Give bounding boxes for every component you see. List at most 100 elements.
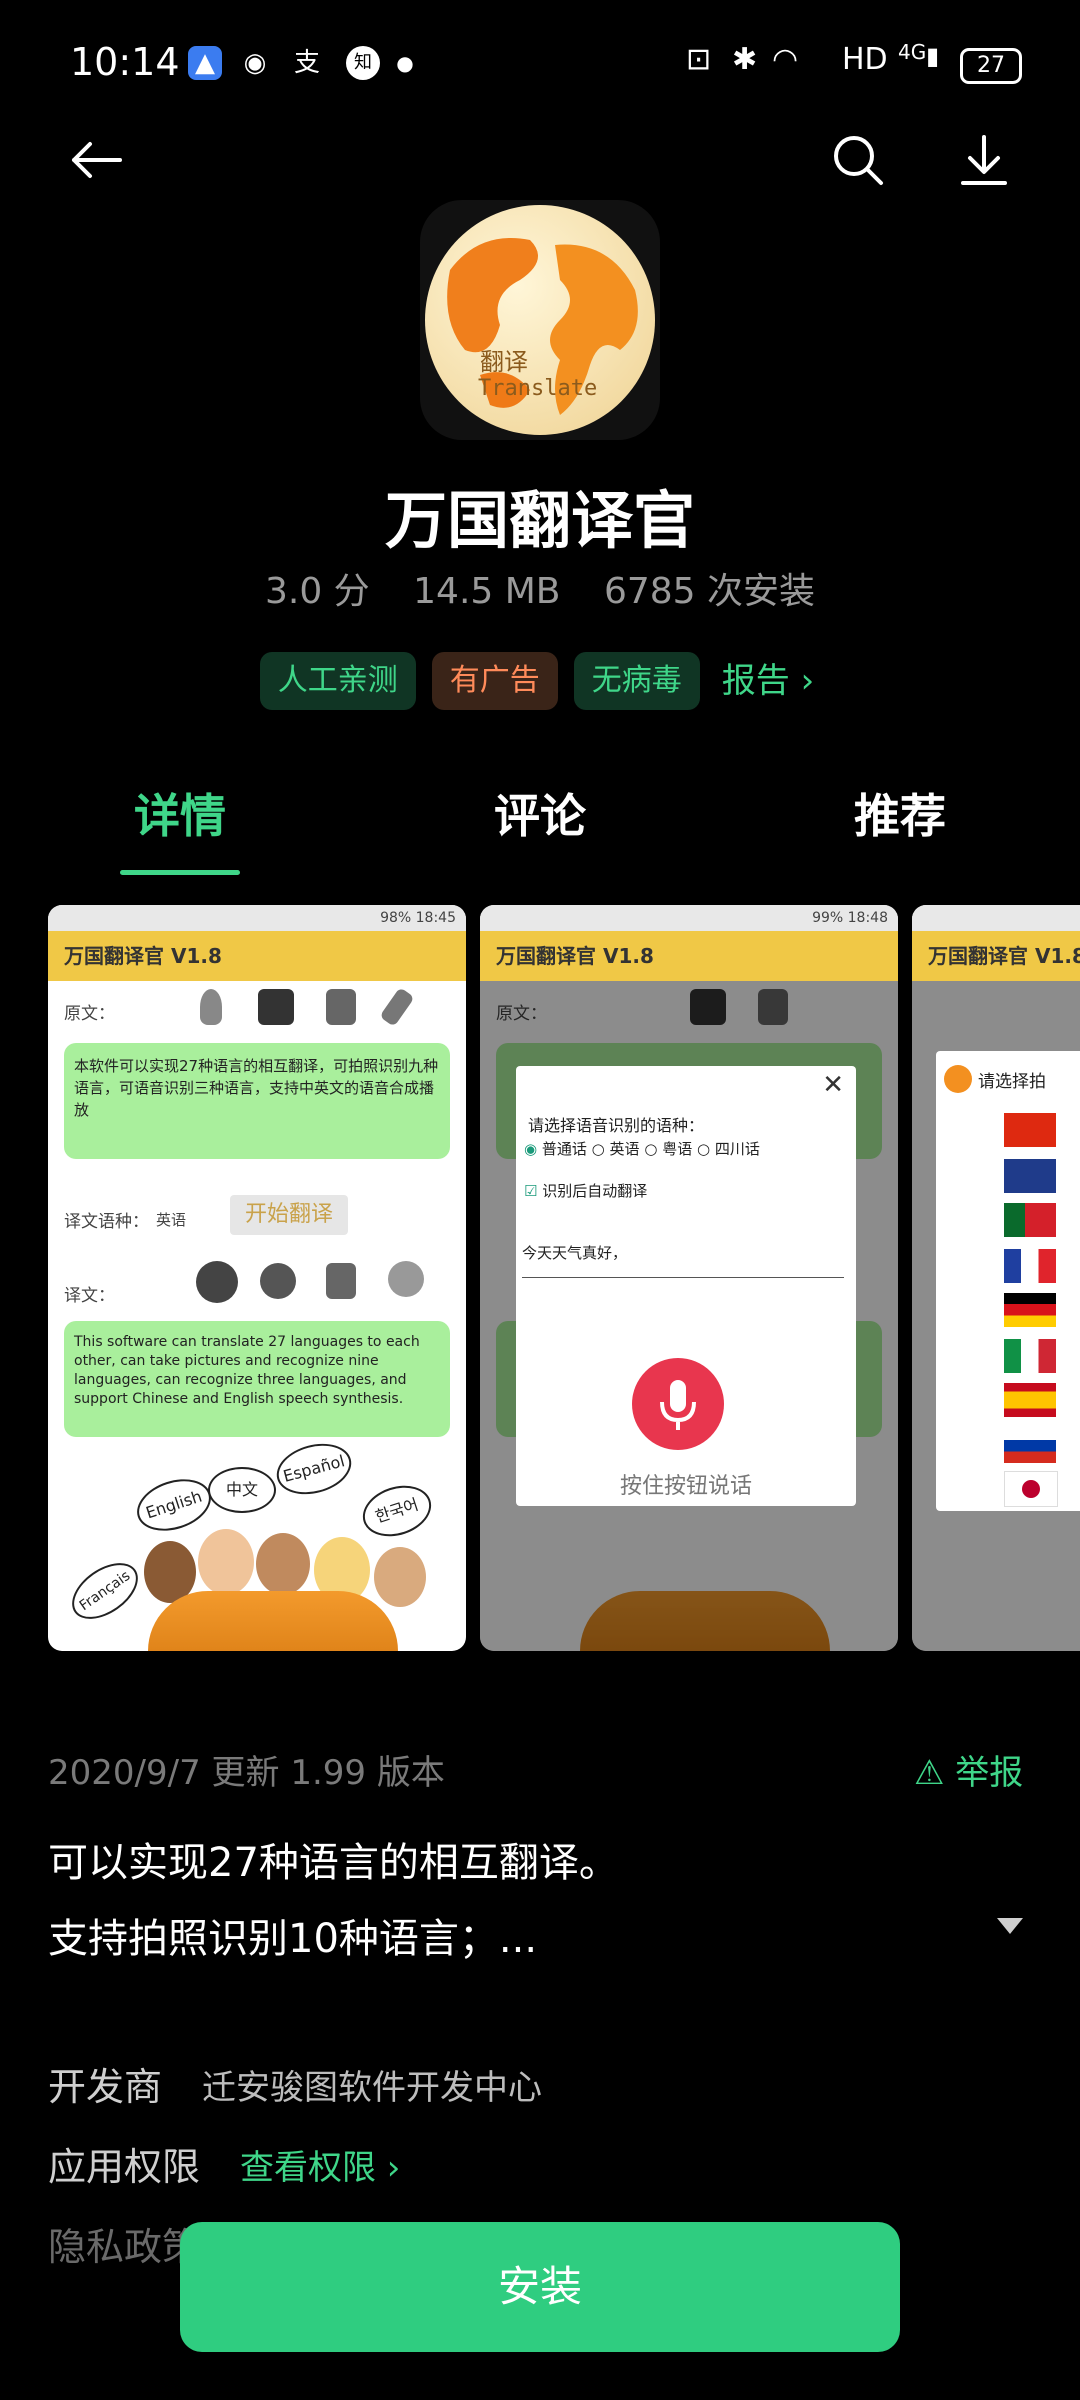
bubble-french: Français <box>62 1551 148 1631</box>
hold-to-speak-label: 按住按钮说话 <box>619 1474 752 1499</box>
radio-selected-icon: ◉ <box>524 1140 538 1158</box>
option-mandarin: 普通话 <box>541 1140 587 1158</box>
report-link[interactable]: 报告 › <box>716 652 820 710</box>
tab-recommend[interactable]: 推荐 <box>780 780 1020 846</box>
shot-source-textbox: 本软件可以实现27种语言的相互翻译，可拍照识别九种语言，可语音识别三种语言，支持… <box>64 1043 450 1159</box>
nfc-icon: ⊡ <box>686 42 712 77</box>
active-tab-indicator <box>120 870 240 875</box>
russia-flag-icon <box>1004 1429 1056 1463</box>
screenshot-1[interactable]: 98% 18:45 万国翻译官 V1.8 原文： 本软件可以实现27种语言的相互… <box>48 905 466 1651</box>
tag-row: 人工亲测 有广告 无病毒 报告 › <box>0 652 1080 710</box>
search-icon <box>834 136 883 185</box>
status-time: 10:14 <box>70 40 180 84</box>
shot-target-lang: 英语 <box>156 1211 187 1229</box>
japan-flag-icon <box>1004 1471 1058 1507</box>
zhihu-icon: 知 <box>346 46 380 80</box>
camera-icon <box>258 989 294 1025</box>
wifi-icon: ◠ <box>772 42 799 77</box>
download-manager-button[interactable] <box>944 120 1024 200</box>
shot-app-title: 万国翻译官 V1.8 <box>48 931 466 981</box>
shot-app-title: 万国翻译官 V1.8 <box>480 931 898 981</box>
spain-flag-icon <box>1004 1383 1056 1417</box>
globe-logo-icon <box>944 1065 972 1093</box>
option-cantonese: 粤语 <box>662 1140 693 1158</box>
back-button[interactable] <box>56 120 136 200</box>
icon-label-cn: 翻译 <box>480 348 528 376</box>
clear-brush-icon <box>379 987 415 1027</box>
developer-label: 开发商 <box>48 2065 163 2109</box>
report-label: 举报 <box>955 1753 1024 1793</box>
app-rating: 3.0 分 <box>264 571 370 612</box>
signal-bars-icon: ▮ <box>926 42 940 70</box>
settings-gear-icon <box>260 1263 296 1299</box>
person-face-illustration <box>374 1547 426 1607</box>
checkbox-checked-icon: ☑ <box>524 1182 538 1200</box>
option-english: 英语 <box>609 1140 640 1158</box>
screenshot-3[interactable]: 万国翻译官 V1.8 请选择拍 <box>912 905 1080 1651</box>
info-icon <box>388 1261 424 1297</box>
mobile-signal-indicator: 4G <box>898 40 927 64</box>
microphone-record-button <box>632 1358 724 1450</box>
bubble-english: English <box>130 1470 218 1540</box>
tab-reviews[interactable]: 评论 <box>420 780 660 846</box>
shot-source-label: 原文： <box>64 1004 115 1024</box>
earth-illustration <box>148 1591 398 1651</box>
radio-icon: ○ <box>591 1140 605 1158</box>
privacy-policy-label[interactable]: 隐私政策 <box>48 2216 200 2271</box>
shot-status-bar: 99% 18:48 <box>480 905 898 931</box>
microphone-icon <box>200 989 222 1025</box>
radio-icon: ○ <box>644 1140 658 1158</box>
france-flag-icon <box>1004 1249 1056 1283</box>
view-permissions-link[interactable]: 查看权限 › <box>240 2140 400 2189</box>
dialog-title: 请选择语音识别的语种： <box>528 1116 705 1135</box>
recognized-text: 今天天气真好， <box>522 1242 844 1278</box>
tag-has-ads: 有广告 <box>431 652 558 710</box>
permissions-label: 应用权限 <box>48 2145 201 2189</box>
globe-logo-icon <box>425 205 655 435</box>
china-flag-icon <box>1004 1113 1056 1147</box>
hd-indicator: HD <box>842 42 888 77</box>
tag-virus-free: 无病毒 <box>573 652 700 710</box>
portugal-flag-icon <box>1004 1203 1056 1237</box>
app-size: 14.5 MB <box>413 571 561 612</box>
back-arrow-icon <box>72 142 122 178</box>
screenshot-2[interactable]: 99% 18:48 万国翻译官 V1.8 原文： ✕ 请选择语音识别的语种： ◉… <box>480 905 898 1651</box>
speaker-icon <box>196 1261 238 1303</box>
voice-language-dialog: ✕ 请选择语音识别的语种： ◉ 普通话 ○ 英语 ○ 粤语 ○ 四川话 ☑ 识别… <box>516 1066 856 1506</box>
report-button[interactable]: ⚠ 举报 <box>914 1745 1023 1794</box>
triangle-down-icon <box>997 1918 1023 1934</box>
shot-target-lang-label: 译文语种： <box>64 1212 149 1232</box>
shot-app-title: 万国翻译官 V1.8 <box>912 931 1080 981</box>
shot-target-label: 译文： <box>64 1286 115 1306</box>
search-button[interactable] <box>818 120 898 200</box>
alipay-icon: 支 <box>293 48 320 78</box>
person-face-illustration <box>256 1533 310 1595</box>
option-sichuanese: 四川话 <box>714 1140 760 1158</box>
bluetooth-icon: ✱ <box>732 42 758 77</box>
person-face-illustration <box>198 1529 254 1595</box>
android-notification-icon: ▲ <box>188 46 222 80</box>
app-meta: 3.0 分 14.5 MB 6785 次安装 <box>0 562 1080 614</box>
bubble-chinese: 中文 <box>208 1467 276 1513</box>
uk-flag-icon <box>1004 1159 1056 1193</box>
bubble-korean: 한국어 <box>356 1477 438 1545</box>
expand-description-button[interactable] <box>997 1918 1023 1938</box>
italy-flag-icon <box>1004 1339 1056 1373</box>
bubble-spanish: Español <box>271 1435 357 1503</box>
copy-result-icon <box>326 1263 356 1299</box>
install-button[interactable]: 安装 <box>180 2222 900 2352</box>
tab-details[interactable]: 详情 <box>60 780 300 846</box>
dialog-title: 请选择拍 <box>978 1072 1046 1092</box>
tag-human-tested: 人工亲测 <box>259 652 416 710</box>
warning-icon: ⚠ <box>914 1753 945 1793</box>
status-bar: 10:14 ▲ ◉ 支 知 ● ⊡ ✱ ◠ HD 4G ▮ 27 <box>0 0 1080 130</box>
icon-label-en: Translate <box>478 376 598 401</box>
app-icon: 翻译 Translate <box>420 200 660 440</box>
germany-flag-icon <box>1004 1293 1056 1327</box>
description-line-2: 支持拍照识别10种语言；... <box>48 1916 538 1962</box>
app-installs: 6785 次安装 <box>603 571 816 612</box>
copy-icon <box>326 989 356 1025</box>
developer-name: 迁安骏图软件开发中心 <box>202 2068 542 2108</box>
shot-status-bar: 98% 18:45 <box>48 905 466 931</box>
description-line-1: 可以实现27种语言的相互翻译。 <box>48 1840 619 1886</box>
